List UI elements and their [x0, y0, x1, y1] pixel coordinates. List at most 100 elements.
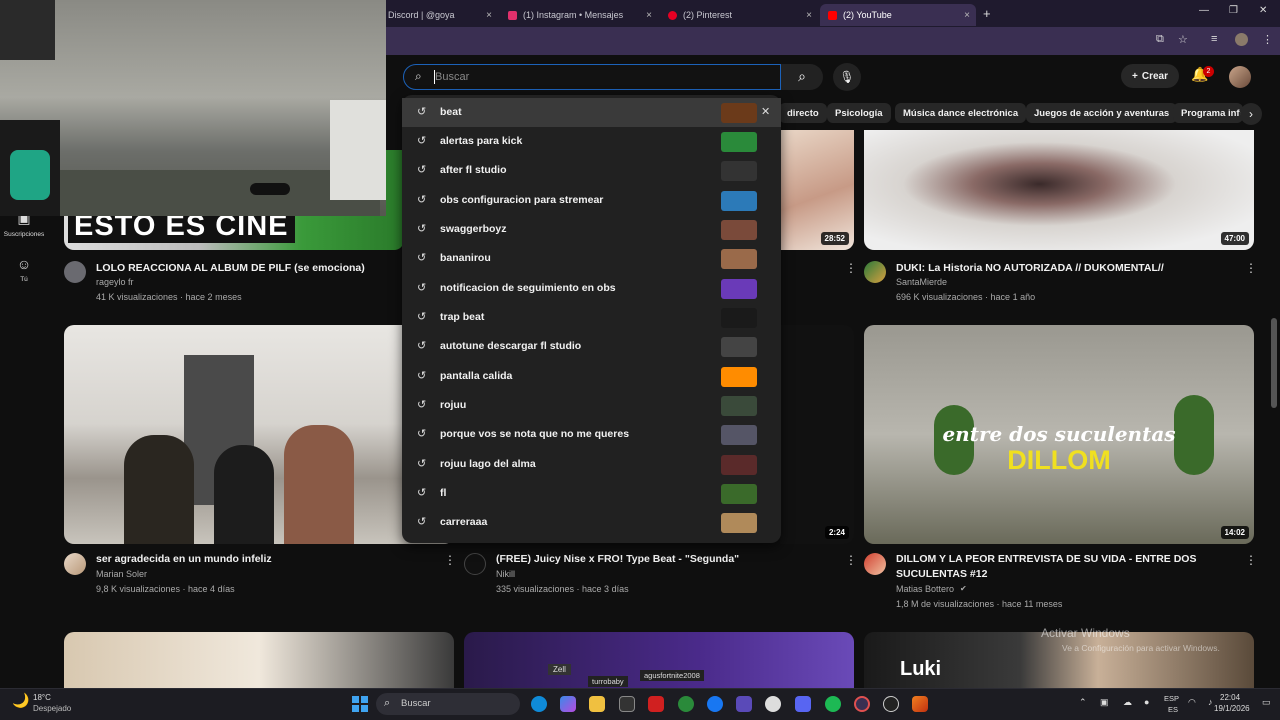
suggestion-item[interactable]: ↺ fl — [402, 479, 781, 508]
suggestion-item[interactable]: ↺ beat ✕ — [402, 98, 781, 127]
tab-pinterest[interactable]: (2) Pinterest × — [660, 4, 818, 26]
bookmark-star-icon[interactable]: ☆ — [1178, 33, 1188, 46]
channel-name[interactable]: Marian Soler — [96, 569, 147, 579]
edge-icon[interactable] — [531, 696, 547, 712]
more-options-icon[interactable]: ⋮ — [845, 261, 857, 275]
copilot-icon[interactable] — [560, 696, 576, 712]
browser-menu-icon[interactable]: ⋮ — [1262, 33, 1273, 46]
video-thumbnail[interactable]: Luki — [864, 632, 1254, 688]
new-tab-button[interactable]: + — [983, 6, 991, 21]
suggestion-item[interactable]: ↺ autotune descargar fl studio — [402, 332, 781, 361]
store-icon[interactable] — [619, 696, 635, 712]
channel-avatar[interactable] — [464, 553, 486, 575]
obs-icon[interactable] — [765, 696, 781, 712]
suggestion-item[interactable]: ↺ trap beat — [402, 303, 781, 332]
voice-search-button[interactable]: 🎙 — [833, 63, 861, 91]
video-thumbnail[interactable]: Zell turrobaby agusfortnite2008 — [464, 632, 854, 688]
suggestion-item[interactable]: ↺ swaggerboyz — [402, 215, 781, 244]
channel-name[interactable]: Nikill — [496, 569, 515, 579]
tab-discord[interactable]: Discord | @goya × — [380, 4, 498, 26]
chip-juegos-accion[interactable]: Juegos de acción y aventuras — [1026, 103, 1178, 123]
more-options-icon[interactable]: ⋮ — [444, 553, 456, 567]
search-button[interactable]: ⌕ — [781, 64, 823, 90]
channel-name[interactable]: Matias Bottero — [896, 584, 954, 594]
close-tab-icon[interactable]: × — [964, 10, 970, 21]
suggestion-item[interactable]: ↺ alertas para kick — [402, 127, 781, 156]
video-thumbnail[interactable] — [64, 632, 454, 688]
facebook-icon[interactable] — [707, 696, 723, 712]
volume-icon[interactable]: ♪ — [1208, 697, 1213, 707]
chip-directo[interactable]: directo — [779, 103, 827, 123]
tab-instagram[interactable]: (1) Instagram • Mensajes × — [500, 4, 658, 26]
video-title[interactable]: LOLO REACCIONA AL ALBUM DE PILF (se emoc… — [96, 261, 406, 275]
channel-avatar[interactable] — [864, 261, 886, 283]
chevron-right-icon[interactable]: › — [1240, 103, 1262, 125]
video-thumbnail[interactable] — [64, 325, 454, 544]
spotify-icon[interactable] — [825, 696, 841, 712]
channel-name[interactable]: rageylo fr — [96, 277, 134, 287]
tray-cloud-icon[interactable]: ☁ — [1123, 697, 1132, 708]
tray-chevron-icon[interactable]: ⌃ — [1079, 697, 1087, 708]
app-icon[interactable] — [736, 696, 752, 712]
wps-icon[interactable] — [648, 696, 664, 712]
chip-psicologia[interactable]: Psicología — [827, 103, 891, 123]
close-tab-icon[interactable]: × — [486, 10, 492, 21]
tray-app-icon[interactable]: ▣ — [1100, 697, 1109, 708]
search-input[interactable]: ⌕ Buscar — [403, 64, 781, 90]
file-explorer-icon[interactable] — [589, 696, 605, 712]
channel-avatar[interactable] — [64, 553, 86, 575]
opera-gx-icon[interactable] — [854, 696, 870, 712]
network-icon[interactable]: ◠ — [1188, 697, 1196, 708]
sidebar-item-you[interactable]: ☺ Tú — [0, 256, 48, 283]
fl-studio-icon[interactable] — [912, 696, 928, 712]
chip-programa-info[interactable]: Programa info — [1173, 103, 1243, 123]
profile-avatar-icon[interactable] — [1235, 33, 1248, 46]
create-button[interactable]: + Crear — [1121, 64, 1179, 88]
suggestion-item[interactable]: ↺ bananirou — [402, 244, 781, 273]
video-title[interactable]: DUKI: La Historia NO AUTORIZADA // DUKOM… — [896, 261, 1236, 275]
tab-youtube[interactable]: (2) YouTube × — [820, 4, 976, 26]
more-options-icon[interactable]: ⋮ — [1245, 261, 1257, 275]
chip-musica-dance[interactable]: Música dance electrónica — [895, 103, 1027, 123]
cast-icon[interactable]: ⧉ — [1156, 33, 1164, 46]
video-title[interactable]: ser agradecida en un mundo infeliz — [96, 552, 426, 566]
video-title[interactable]: (FREE) Juicy Nise x FRO! Type Beat - "Se… — [496, 552, 836, 566]
tray-mic-icon[interactable]: ● — [1144, 697, 1149, 707]
more-options-icon[interactable]: ⋮ — [1245, 553, 1257, 567]
video-title-line2[interactable]: SUCULENTAS #12 — [896, 567, 1236, 581]
taskbar-search[interactable]: ⌕ Buscar — [376, 693, 520, 715]
suggestion-item[interactable]: ↺ after fl studio — [402, 156, 781, 185]
suggestion-item[interactable]: ↺ rojuu lago del alma — [402, 450, 781, 479]
keyboard-indicator[interactable]: ES — [1168, 705, 1178, 714]
language-indicator[interactable]: ESP — [1164, 694, 1179, 703]
suggestion-item[interactable]: ↺ notificacion de seguimiento en obs — [402, 274, 781, 303]
close-tab-icon[interactable]: × — [806, 10, 812, 21]
notification-center-icon[interactable]: ▭ — [1262, 697, 1271, 708]
video-title[interactable]: DILLOM Y LA PEOR ENTREVISTA DE SU VIDA -… — [896, 552, 1236, 566]
minimize-icon[interactable]: — — [1199, 5, 1209, 16]
remove-suggestion-icon[interactable]: ✕ — [761, 105, 770, 118]
windows-start-icon[interactable] — [352, 696, 368, 712]
clock-time[interactable]: 22:04 — [1220, 693, 1240, 702]
page-scrollbar[interactable] — [1271, 318, 1277, 408]
account-avatar[interactable] — [1229, 66, 1251, 88]
video-thumbnail[interactable]: 28:52 — [780, 130, 854, 250]
close-tab-icon[interactable]: × — [646, 10, 652, 21]
clock-date[interactable]: 19/1/2026 — [1214, 704, 1250, 713]
channel-avatar[interactable] — [64, 261, 86, 283]
chrome-icon[interactable] — [678, 696, 694, 712]
channel-avatar[interactable] — [864, 553, 886, 575]
suggestion-item[interactable]: ↺ obs configuracion para stremear — [402, 186, 781, 215]
suggestion-item[interactable]: ↺ porque vos se nota que no me queres — [402, 420, 781, 449]
suggestion-item[interactable]: ↺ carreraaa — [402, 508, 781, 537]
restore-icon[interactable]: ❐ — [1229, 5, 1238, 16]
suggestion-item[interactable]: ↺ rojuu — [402, 391, 781, 420]
media-control-icon[interactable]: ≡ — [1211, 33, 1217, 45]
video-thumbnail[interactable]: 47:00 — [864, 130, 1254, 250]
github-icon[interactable] — [883, 696, 899, 712]
more-options-icon[interactable]: ⋮ — [845, 553, 857, 567]
weather-icon[interactable]: 🌙 — [12, 692, 29, 709]
video-thumbnail[interactable]: 2:24 — [780, 325, 854, 544]
video-thumbnail[interactable]: entre dos suculentas DILLOM 14:02 — [864, 325, 1254, 544]
channel-name[interactable]: SantaMierde — [896, 277, 947, 287]
